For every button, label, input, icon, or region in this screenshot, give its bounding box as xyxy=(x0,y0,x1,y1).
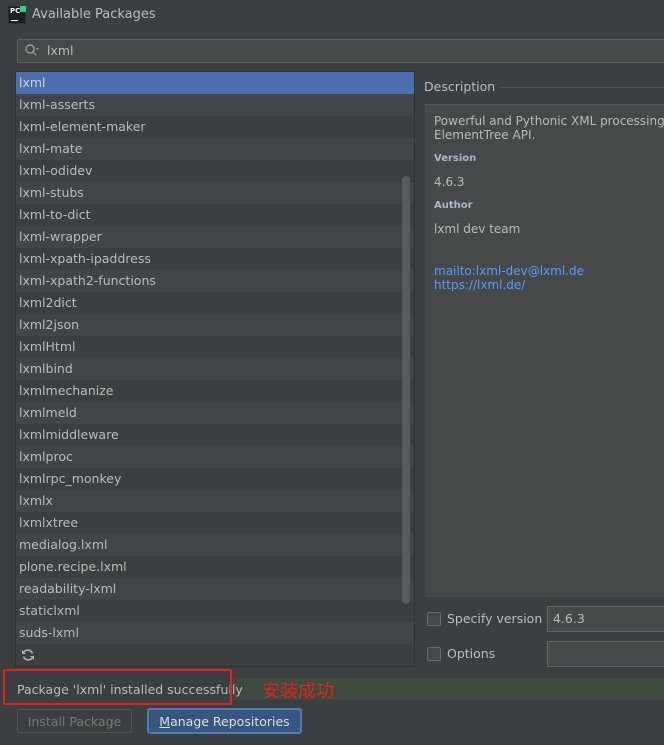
package-row[interactable]: lxmlrpc_monkey xyxy=(16,468,414,490)
description-separator xyxy=(500,87,664,88)
list-toolbar xyxy=(15,644,415,667)
package-row[interactable]: lxmlbind xyxy=(16,358,414,380)
package-row[interactable]: plone.recipe.lxml xyxy=(16,556,414,578)
pycharm-logo-icon: PC xyxy=(8,6,26,24)
manage-repositories-button[interactable]: Manage Repositories xyxy=(147,708,302,734)
package-row[interactable]: medialog.lxml xyxy=(16,534,414,556)
options-label: Options xyxy=(447,646,496,661)
version-label: Version xyxy=(434,153,477,164)
annotation-text: 安装成功 xyxy=(262,681,334,702)
window-title: Available Packages xyxy=(32,7,156,22)
highlight-box xyxy=(3,669,232,705)
package-list[interactable]: lxml lxml-asserts lxml-element-maker lxml-m… xyxy=(15,71,415,645)
package-row[interactable]: lxml-mate xyxy=(16,138,414,160)
search-icon xyxy=(25,44,39,56)
package-row[interactable]: lxmlproc xyxy=(16,446,414,468)
package-row[interactable]: lxml-asserts xyxy=(16,94,414,116)
options-input[interactable] xyxy=(547,641,664,667)
options-checkbox[interactable] xyxy=(427,647,441,661)
version-value: 4.6.3 xyxy=(434,175,465,189)
package-row[interactable]: lxml-to-dict xyxy=(16,204,414,226)
description-summary: Powerful and Pythonic XML processing lib… xyxy=(434,114,664,142)
package-row[interactable]: lxml-xpath2-functions xyxy=(16,270,414,292)
description-summary-line: Powerful and Pythonic XML processing lib… xyxy=(434,114,664,128)
package-row[interactable]: lxmlxtree xyxy=(16,512,414,534)
refresh-icon[interactable] xyxy=(21,648,35,662)
list-scrollbar[interactable] xyxy=(402,176,410,604)
package-row[interactable]: lxml2json xyxy=(16,314,414,336)
description-header: Description xyxy=(424,79,496,94)
package-row[interactable]: lxmlmechanize xyxy=(16,380,414,402)
specify-version-label: Specify version xyxy=(447,611,543,626)
package-row[interactable]: lxmlHtml xyxy=(16,336,414,358)
package-row[interactable]: suds-lxml xyxy=(16,622,414,644)
author-value: lxml dev team xyxy=(434,222,521,236)
search-query: lxml xyxy=(47,43,74,58)
package-row[interactable]: lxmlx xyxy=(16,490,414,512)
install-package-button[interactable]: Install Package xyxy=(17,709,132,733)
version-select-value: 4.6.3 xyxy=(553,611,585,626)
package-row[interactable]: lxml-wrapper xyxy=(16,226,414,248)
package-row[interactable]: lxml-odidev xyxy=(16,160,414,182)
package-row[interactable]: lxml-element-maker xyxy=(16,116,414,138)
package-row[interactable]: lxmlmiddleware xyxy=(16,424,414,446)
specify-version-checkbox[interactable] xyxy=(427,612,441,626)
author-label: Author xyxy=(434,200,473,211)
mail-link[interactable]: mailto:lxml-dev@lxml.de xyxy=(434,264,584,278)
package-row[interactable]: lxml-xpath-ipaddress xyxy=(16,248,414,270)
package-row[interactable]: lxml-stubs xyxy=(16,182,414,204)
package-row[interactable]: lxmlmeld xyxy=(16,402,414,424)
package-row[interactable]: readability-lxml xyxy=(16,578,414,600)
package-row[interactable]: lxml2dict xyxy=(16,292,414,314)
homepage-link[interactable]: https://lxml.de/ xyxy=(434,278,525,292)
description-summary-line: ElementTree API. xyxy=(434,128,536,142)
package-row[interactable]: staticlxml xyxy=(16,600,414,622)
package-row[interactable]: lxml xyxy=(16,72,414,94)
search-input[interactable] xyxy=(17,39,664,63)
panel-splitter[interactable] xyxy=(417,71,421,666)
